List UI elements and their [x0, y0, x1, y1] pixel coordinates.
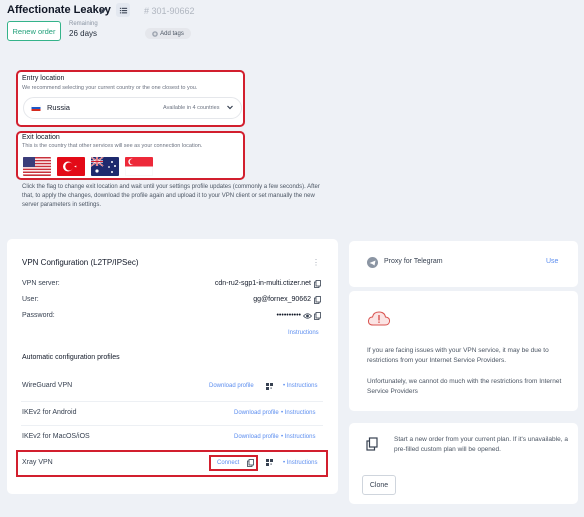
new-order-text: Start a new order from your current plan… [394, 436, 568, 453]
au-flag-icon[interactable] [91, 157, 119, 176]
password-label: Password: [22, 312, 55, 319]
divider [21, 425, 323, 426]
vpn-server-value: cdn-ru2-sgp1-in-multi.ctizer.net [214, 280, 311, 287]
vpn-server-label: VPN server: [22, 280, 60, 287]
qr-code-icon[interactable] [266, 383, 273, 390]
isp-warning-text-2: Unfortunately, we cannot do much with th… [367, 378, 562, 395]
download-profile-link[interactable]: Download profile [209, 383, 254, 389]
plus-icon [152, 30, 158, 37]
instructions-link[interactable]: • Instructions [283, 383, 317, 389]
copy-icon[interactable] [247, 459, 254, 467]
order-id: # 301-90662 [144, 6, 195, 16]
password-value: •••••••••• [276, 312, 301, 319]
vpn-config-title: VPN Configuration (L2TP/IPSec) [22, 258, 139, 267]
instructions-link[interactable]: • Instructions [281, 434, 315, 440]
clone-button[interactable]: Clone [362, 475, 396, 495]
xray-vpn-row [16, 450, 328, 477]
telegram-icon [367, 257, 378, 268]
tr-flag-icon[interactable] [57, 157, 85, 176]
details-button[interactable] [116, 3, 130, 17]
add-tags-button[interactable]: Add tags [145, 28, 191, 39]
instructions-link[interactable]: • Instructions [281, 410, 315, 416]
renew-order-button[interactable]: Renew order [7, 21, 61, 41]
download-profile-link[interactable]: Download profile [234, 434, 279, 440]
download-profile-link[interactable]: Download profile [234, 410, 279, 416]
entry-country-value: Russia [47, 103, 70, 112]
more-options-icon[interactable]: ⋮ [312, 258, 320, 267]
copy-icon[interactable] [314, 280, 321, 288]
profile-name: IKEv2 for Android [22, 409, 77, 416]
instructions-link[interactable]: Instructions [288, 330, 319, 336]
isp-warning-text: If you are facing issues with your VPN s… [367, 347, 549, 364]
add-tags-label: Add tags [160, 30, 184, 37]
entry-location-subtitle: We recommend selecting your current coun… [22, 85, 198, 91]
remaining-value: 26 days [69, 29, 98, 38]
connect-button[interactable]: Connect [217, 460, 239, 466]
chevron-down-icon [227, 105, 233, 110]
telegram-proxy-label: Proxy for Telegram [384, 258, 443, 265]
exit-location-help: Click the flag to change exit location a… [22, 184, 320, 208]
eye-icon[interactable] [303, 312, 312, 320]
cloud-warning-icon [367, 311, 391, 326]
auto-profiles-label: Automatic configuration profiles [22, 354, 120, 361]
profile-name: Xray VPN [22, 459, 53, 466]
remaining-label: Remaining [69, 21, 98, 27]
user-value: gg@fornex_90662 [253, 296, 311, 303]
entry-availability: Available in 4 countries [163, 105, 220, 111]
profile-name: WireGuard VPN [22, 382, 73, 389]
us-flag-icon[interactable] [23, 157, 51, 176]
copy-icon [366, 437, 378, 451]
copy-icon[interactable] [314, 296, 321, 304]
qr-code-icon[interactable] [266, 459, 273, 466]
exit-location-subtitle: This is the country that other services … [22, 143, 203, 149]
exit-location-title: Exit location [22, 134, 60, 141]
ru-flag-icon [31, 105, 41, 111]
profile-name: IKEv2 for MacOS/iOS [22, 433, 90, 440]
edit-name-button[interactable] [96, 3, 110, 17]
user-label: User: [22, 296, 39, 303]
divider [21, 401, 323, 402]
instructions-link[interactable]: • Instructions [283, 460, 317, 466]
pencil-icon [99, 6, 107, 14]
sg-flag-icon[interactable] [125, 157, 153, 176]
copy-icon[interactable] [314, 312, 321, 320]
entry-location-title: Entry location [22, 75, 65, 82]
list-icon [119, 7, 127, 13]
telegram-use-link[interactable]: Use [546, 258, 558, 265]
